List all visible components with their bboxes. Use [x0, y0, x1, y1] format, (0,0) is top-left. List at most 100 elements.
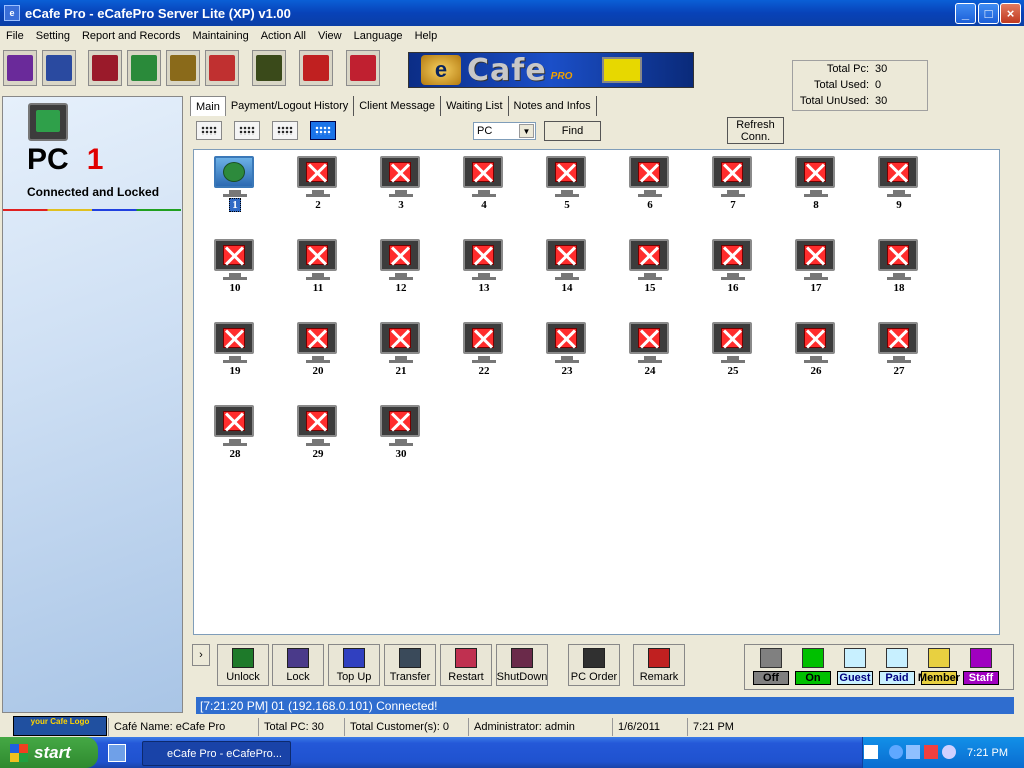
- legend-guest: Guest: [836, 648, 874, 689]
- security-tray-icon[interactable]: [924, 745, 938, 759]
- first-aid-toolbar-button[interactable]: [299, 50, 333, 86]
- pc-tile[interactable]: 8: [791, 152, 841, 218]
- menu-item[interactable]: Setting: [30, 30, 76, 42]
- total-customers: Total Customer(s): 0: [344, 718, 468, 736]
- pc-tile[interactable]: 27: [874, 318, 924, 384]
- pc-tile[interactable]: 6: [625, 152, 675, 218]
- pc-tile[interactable]: 9: [874, 152, 924, 218]
- pc-tile[interactable]: 21: [376, 318, 426, 384]
- first-aid-icon: [303, 55, 329, 81]
- search-type-select[interactable]: PC ▼: [473, 122, 536, 140]
- view-list-button[interactable]: [272, 121, 298, 140]
- quick-launch-icon[interactable]: [108, 744, 126, 762]
- staff-status-icon: [970, 648, 992, 668]
- lock-button[interactable]: Lock: [272, 644, 324, 686]
- cafe-logo: your Cafe Logo: [13, 716, 107, 736]
- network-tray-icon[interactable]: [906, 745, 920, 759]
- tab-notes-and-infos[interactable]: Notes and Infos: [509, 96, 597, 116]
- start-button[interactable]: start: [0, 737, 98, 768]
- tab-client-message[interactable]: Client Message: [354, 96, 442, 116]
- stat-row: Total Used: 0: [793, 77, 927, 93]
- restart-button[interactable]: Restart: [440, 644, 492, 686]
- unlock-button[interactable]: Unlock: [217, 644, 269, 686]
- help-tray-icon[interactable]: [864, 745, 878, 759]
- back-arrow-tray-icon[interactable]: [889, 745, 903, 759]
- drinks-toolbar-button[interactable]: [166, 50, 200, 86]
- pc-tile[interactable]: 16: [708, 235, 758, 301]
- pc-tile[interactable]: 12: [376, 235, 426, 301]
- maximize-button[interactable]: □: [978, 3, 999, 24]
- help-toolbar-button[interactable]: [205, 50, 239, 86]
- pc-order-button[interactable]: PC Order: [568, 644, 620, 686]
- network-toolbar-button[interactable]: [88, 50, 122, 86]
- remark-button[interactable]: Remark: [633, 644, 685, 686]
- pc-tile[interactable]: 25: [708, 318, 758, 384]
- pc-tile[interactable]: 3: [376, 152, 426, 218]
- banner-word: Cafe: [467, 52, 547, 88]
- legend-label: Paid: [879, 671, 915, 685]
- users-icon: [131, 55, 157, 81]
- offline-pc-icon: [297, 156, 337, 188]
- shutdown-button[interactable]: ShutDown: [496, 644, 548, 686]
- view-small-icons-button[interactable]: [234, 121, 260, 140]
- offline-pc-icon: [878, 156, 918, 188]
- tab-main[interactable]: Main: [190, 96, 226, 116]
- top-up-button[interactable]: Top Up: [328, 644, 380, 686]
- offline-pc-icon: [546, 156, 586, 188]
- menu-item[interactable]: Report and Records: [76, 30, 186, 42]
- pc-tile[interactable]: 23: [542, 318, 592, 384]
- windows-flag-icon: [10, 744, 28, 762]
- pc-tile[interactable]: 10: [210, 235, 260, 301]
- menu-item[interactable]: File: [0, 30, 30, 42]
- find-button[interactable]: Find: [544, 121, 601, 141]
- pc-label: 22: [478, 365, 490, 377]
- clock-toolbar-button[interactable]: [42, 50, 76, 86]
- drinks-icon: [170, 55, 196, 81]
- pc-tile[interactable]: 1: [210, 152, 260, 218]
- monitor-icon: [602, 57, 643, 83]
- menu-item[interactable]: View: [312, 30, 348, 42]
- pc-tile[interactable]: 15: [625, 235, 675, 301]
- pc-tile[interactable]: 26: [791, 318, 841, 384]
- money-bag-icon: [256, 55, 282, 81]
- pc-tile[interactable]: 18: [874, 235, 924, 301]
- pc-tile[interactable]: 29: [293, 401, 343, 467]
- view-details-button[interactable]: [310, 121, 336, 140]
- pc-tile[interactable]: 2: [293, 152, 343, 218]
- lock-toolbar-button[interactable]: [346, 50, 380, 86]
- pc-tile[interactable]: 19: [210, 318, 260, 384]
- refresh-conn-button[interactable]: Refresh Conn.: [727, 117, 784, 144]
- pc-tile[interactable]: 20: [293, 318, 343, 384]
- taskbar-item-ecafe[interactable]: eCafe Pro - eCafePro...: [142, 741, 291, 766]
- pc-tile[interactable]: 4: [459, 152, 509, 218]
- menu-item[interactable]: Help: [409, 30, 444, 42]
- tab-payment-logout-history[interactable]: Payment/Logout History: [226, 96, 355, 116]
- pc-tile[interactable]: 5: [542, 152, 592, 218]
- menu-item[interactable]: Action All: [255, 30, 312, 42]
- money-bag-toolbar-button[interactable]: [252, 50, 286, 86]
- volume-tray-icon[interactable]: [942, 745, 956, 759]
- pc-tile[interactable]: 17: [791, 235, 841, 301]
- minimize-button[interactable]: _: [955, 3, 976, 24]
- menu-item[interactable]: Language: [348, 30, 409, 42]
- offline-pc-icon: [878, 322, 918, 354]
- pc-tile[interactable]: 24: [625, 318, 675, 384]
- money-toolbar-button[interactable]: [3, 50, 37, 86]
- menu-item[interactable]: Maintaining: [186, 30, 254, 42]
- pc-tile[interactable]: 11: [293, 235, 343, 301]
- stat-label: Total UnUsed:: [799, 95, 869, 107]
- chevron-down-icon[interactable]: ▼: [519, 124, 534, 138]
- tab-waiting-list[interactable]: Waiting List: [441, 96, 509, 116]
- pc-tile[interactable]: 28: [210, 401, 260, 467]
- users-toolbar-button[interactable]: [127, 50, 161, 86]
- pc-tile[interactable]: 22: [459, 318, 509, 384]
- pc-tile[interactable]: 13: [459, 235, 509, 301]
- action-label: Unlock: [226, 671, 260, 683]
- pc-tile[interactable]: 30: [376, 401, 426, 467]
- pc-tile[interactable]: 14: [542, 235, 592, 301]
- view-large-icons-button[interactable]: [196, 121, 222, 140]
- pc-tile[interactable]: 7: [708, 152, 758, 218]
- transfer-button[interactable]: Transfer: [384, 644, 436, 686]
- selected-pc-panel: PC 1 Connected and Locked: [2, 96, 183, 713]
- close-button[interactable]: ×: [1000, 3, 1021, 24]
